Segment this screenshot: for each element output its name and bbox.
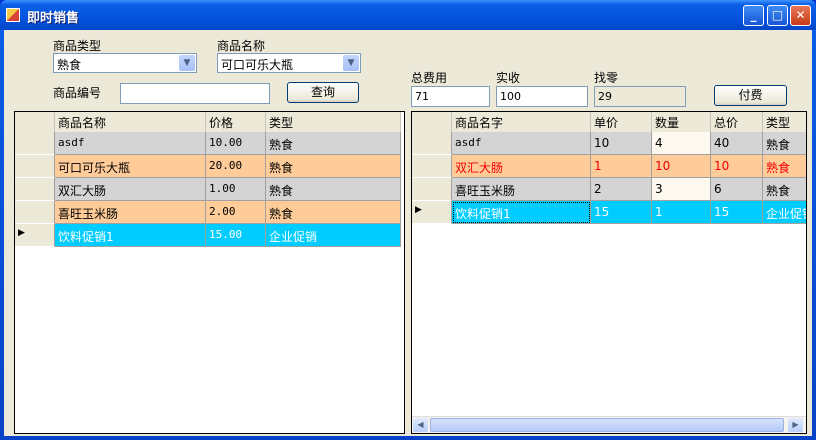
scroll-right-icon[interactable]: ▶ xyxy=(788,418,803,432)
cell-price[interactable]: 20.00 xyxy=(206,155,266,178)
cell-price[interactable]: 1.00 xyxy=(206,178,266,201)
cell-quantity[interactable]: 1 xyxy=(652,201,711,224)
chevron-down-icon[interactable]: ▼ xyxy=(343,55,359,71)
row-header[interactable] xyxy=(15,155,55,178)
total-input[interactable]: 71 xyxy=(411,86,490,107)
app-icon xyxy=(6,8,20,22)
cell-type[interactable]: 熟食 xyxy=(763,155,806,178)
cell-price[interactable]: 15.00 xyxy=(206,224,266,247)
query-button[interactable]: 查询 xyxy=(287,82,359,103)
cell-name[interactable]: 双汇大肠 xyxy=(452,155,591,178)
cell-price[interactable]: 2.00 xyxy=(206,201,266,224)
cell-type[interactable]: 熟食 xyxy=(763,132,806,155)
received-label: 实收 xyxy=(496,71,521,85)
row-header[interactable] xyxy=(15,132,55,155)
category-select[interactable]: 熟食 ▼ xyxy=(53,53,197,73)
change-label: 找零 xyxy=(594,71,619,85)
table-row-selected[interactable]: ▶ 饮料促销1 15 1 15 企业促销 xyxy=(412,201,806,224)
current-row-arrow-icon[interactable]: ▶ xyxy=(15,224,55,247)
table-row[interactable]: 喜旺玉米肠 2.00 熟食 xyxy=(15,201,401,224)
title-bar[interactable]: 即时销售 _ □ ✕ xyxy=(0,0,816,30)
cell-unit-price[interactable]: 10 xyxy=(591,132,652,155)
pay-button[interactable]: 付费 xyxy=(714,85,787,106)
minimize-button[interactable]: _ xyxy=(743,5,764,26)
row-header[interactable] xyxy=(15,178,55,201)
scroll-left-icon[interactable]: ◀ xyxy=(413,418,428,432)
cart-grid[interactable]: 商品名字 单价 数量 总价 类型 asdf 10 4 40 熟食 双汇大肠 1 … xyxy=(411,111,807,434)
table-row[interactable]: 喜旺玉米肠 2 3 6 熟食 xyxy=(412,178,806,201)
cell-unit-price[interactable]: 15 xyxy=(591,201,652,224)
cell-quantity[interactable]: 10 xyxy=(652,155,711,178)
chevron-down-icon[interactable]: ▼ xyxy=(179,55,195,71)
cell-type[interactable]: 熟食 xyxy=(266,132,401,155)
name-label: 商品名称 xyxy=(217,39,266,53)
cell-total[interactable]: 15 xyxy=(711,201,763,224)
row-header[interactable] xyxy=(412,132,452,155)
scrollbar-thumb[interactable] xyxy=(430,418,784,432)
name-value: 可口可乐大瓶 xyxy=(221,58,294,72)
cell-type[interactable]: 熟食 xyxy=(266,155,401,178)
cell-name[interactable]: 可口可乐大瓶 xyxy=(55,155,206,178)
cell-type[interactable]: 熟食 xyxy=(266,201,401,224)
code-input[interactable] xyxy=(120,83,270,104)
cell-unit-price[interactable]: 2 xyxy=(591,178,652,201)
row-header[interactable] xyxy=(412,155,452,178)
table-row[interactable]: 双汇大肠 1 10 10 熟食 xyxy=(412,155,806,178)
table-row-selected[interactable]: ▶ 饮料促销1 15.00 企业促销 xyxy=(15,224,401,247)
received-input[interactable]: 100 xyxy=(496,86,588,107)
close-button[interactable]: ✕ xyxy=(790,5,811,26)
table-row[interactable]: 可口可乐大瓶 20.00 熟食 xyxy=(15,155,401,178)
cell-unit-price[interactable]: 1 xyxy=(591,155,652,178)
cell-name[interactable]: 饮料促销1 xyxy=(55,224,206,247)
cell-name[interactable]: asdf xyxy=(55,132,206,155)
cell-name[interactable]: 双汇大肠 xyxy=(55,178,206,201)
name-select[interactable]: 可口可乐大瓶 ▼ xyxy=(217,53,361,73)
cell-name[interactable]: 喜旺玉米肠 xyxy=(55,201,206,224)
cell-price[interactable]: 10.00 xyxy=(206,132,266,155)
cell-total[interactable]: 6 xyxy=(711,178,763,201)
cell-type[interactable]: 熟食 xyxy=(266,178,401,201)
cell-name[interactable]: asdf xyxy=(452,132,591,155)
total-label: 总费用 xyxy=(411,71,448,85)
window-title: 即时销售 xyxy=(27,11,80,26)
code-label: 商品编号 xyxy=(53,86,102,100)
cell-type[interactable]: 熟食 xyxy=(763,178,806,201)
window: 即时销售 _ □ ✕ 商品类型 熟食 ▼ 商品名称 可口可乐大瓶 ▼ 商品编号 … xyxy=(0,0,816,440)
cell-name[interactable]: 喜旺玉米肠 xyxy=(452,178,591,201)
horizontal-scrollbar[interactable]: ◀ ▶ xyxy=(412,416,806,433)
table-row[interactable]: asdf 10.00 熟食 xyxy=(15,132,401,155)
client-area: 商品类型 熟食 ▼ 商品名称 可口可乐大瓶 ▼ 商品编号 查询 总费用 71 实… xyxy=(4,30,812,436)
table-row[interactable]: 双汇大肠 1.00 熟食 xyxy=(15,178,401,201)
products-grid[interactable]: 商品名称 价格 类型 asdf 10.00 熟食 可口可乐大瓶 20.00 熟食… xyxy=(14,111,405,434)
current-row-arrow-icon[interactable]: ▶ xyxy=(412,201,452,224)
row-header[interactable] xyxy=(15,201,55,224)
cell-name[interactable]: 饮料促销1 xyxy=(452,201,591,224)
change-input: 29 xyxy=(594,86,686,107)
cell-total[interactable]: 10 xyxy=(711,155,763,178)
cell-total[interactable]: 40 xyxy=(711,132,763,155)
cell-quantity[interactable]: 4 xyxy=(652,132,711,155)
cell-type[interactable]: 企业促销 xyxy=(763,201,806,224)
maximize-button[interactable]: □ xyxy=(767,5,788,26)
category-label: 商品类型 xyxy=(53,39,102,53)
cell-type[interactable]: 企业促销 xyxy=(266,224,401,247)
cell-quantity[interactable]: 3 xyxy=(652,178,711,201)
table-row[interactable]: asdf 10 4 40 熟食 xyxy=(412,132,806,155)
category-value: 熟食 xyxy=(57,58,82,72)
row-header[interactable] xyxy=(412,178,452,201)
